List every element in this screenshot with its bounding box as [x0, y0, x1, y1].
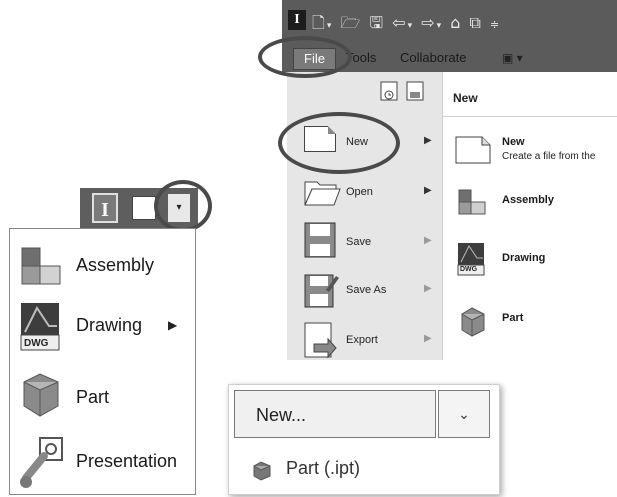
export-icon [304, 322, 338, 365]
file-menu-item-save[interactable]: Save ▶ [300, 222, 440, 266]
home-icon[interactable]: ⌂ [450, 13, 462, 32]
dropdown-item-assembly[interactable]: Assembly [18, 240, 193, 294]
new-file-icon[interactable] [132, 196, 156, 220]
folder-open-icon [302, 174, 342, 213]
project-icon[interactable]: ⧉ [469, 13, 482, 32]
drawing-icon-label: DWG [460, 266, 478, 273]
menu-item-label: Save As [346, 284, 387, 296]
chevron-right-icon: ▶ [424, 333, 432, 344]
dropdown-item-label: Part [76, 387, 110, 407]
undo-icon[interactable]: ⇦ [392, 13, 407, 32]
part-icon [252, 461, 272, 486]
folder-open-icon[interactable]: 🗁 [341, 13, 363, 32]
submenu-item-part[interactable]: Part [502, 312, 523, 324]
tab-extra-dropdown[interactable]: ▣ ▾ [502, 48, 523, 68]
submenu-header-label: New [453, 91, 478, 105]
drawing-icon-label: DWG [24, 338, 49, 349]
new-combo-value: New... [256, 405, 307, 425]
dropdown-item-label: Assembly [76, 255, 155, 275]
chevron-down-icon[interactable]: ⌄ [438, 390, 490, 438]
save-as-icon [304, 272, 340, 313]
submenu-item-drawing[interactable]: Drawing [502, 252, 545, 264]
chevron-down-icon[interactable]: ▾ [327, 21, 334, 31]
dropdown-item-presentation[interactable]: Presentation [18, 436, 193, 490]
tab-collaborate[interactable]: Collaborate [400, 48, 467, 68]
dropdown-item-label: Presentation [76, 451, 178, 471]
open-docs-icon[interactable] [406, 80, 426, 107]
submenu-item-description: Create a file from the [502, 151, 596, 162]
highlight-circle-dropdown [154, 180, 212, 232]
part-icon [20, 372, 62, 423]
new-file-icon[interactable]: 🗋 [312, 13, 327, 32]
highlight-circle-file [258, 36, 352, 78]
file-menu-item-save-as[interactable]: Save As ▶ [300, 270, 440, 314]
file-menu-item-export[interactable]: Export ▶ [300, 320, 440, 364]
assembly-icon [18, 242, 66, 295]
dropdown-item-part[interactable]: Part [18, 372, 193, 426]
assembly-icon [457, 186, 489, 223]
combo-option-label: Part (.ipt) [286, 458, 361, 478]
submenu-item-assembly[interactable]: Assembly [502, 194, 554, 206]
menu-item-label: Save [346, 236, 372, 248]
chevron-down-icon[interactable]: ▾ [408, 21, 415, 31]
drawing-icon [457, 242, 487, 281]
chevron-right-icon: ▶ [168, 318, 178, 332]
menu-item-label: Export [346, 334, 378, 346]
highlight-circle-new [278, 112, 400, 174]
dropdown-item-label: Drawing [76, 315, 143, 335]
chevron-right-icon: ▶ [424, 235, 432, 246]
redo-icon[interactable]: ⇨ [421, 13, 436, 32]
save-icon [304, 222, 336, 263]
submenu-item-new[interactable]: New [502, 136, 525, 148]
chevron-right-icon: ▶ [424, 185, 432, 196]
file-menu-item-open[interactable]: Open ▶ [300, 172, 440, 216]
chevron-right-icon: ▶ [424, 135, 432, 146]
menu-item-label: Open [346, 186, 373, 198]
dropdown-item-drawing[interactable]: DWG Drawing ▶ [18, 300, 193, 354]
quick-access-icons: 🗋▾ 🗁 🖫 ⇦▾ ⇨▾ ⌂ ⧉ ≑ [300, 12, 501, 39]
new-file-icon [455, 136, 491, 164]
presentation-icon [18, 436, 66, 497]
customize-icon[interactable]: ≑ [490, 18, 501, 31]
save-icon[interactable]: 🖫 [369, 13, 385, 32]
chevron-down-icon[interactable]: ▾ [437, 21, 444, 31]
combo-option-part[interactable]: Part (.ipt) [240, 455, 480, 483]
part-icon [458, 306, 488, 343]
recent-docs-icon[interactable] [380, 80, 400, 107]
chevron-right-icon: ▶ [424, 283, 432, 294]
app-logo-icon[interactable]: I [92, 193, 118, 223]
